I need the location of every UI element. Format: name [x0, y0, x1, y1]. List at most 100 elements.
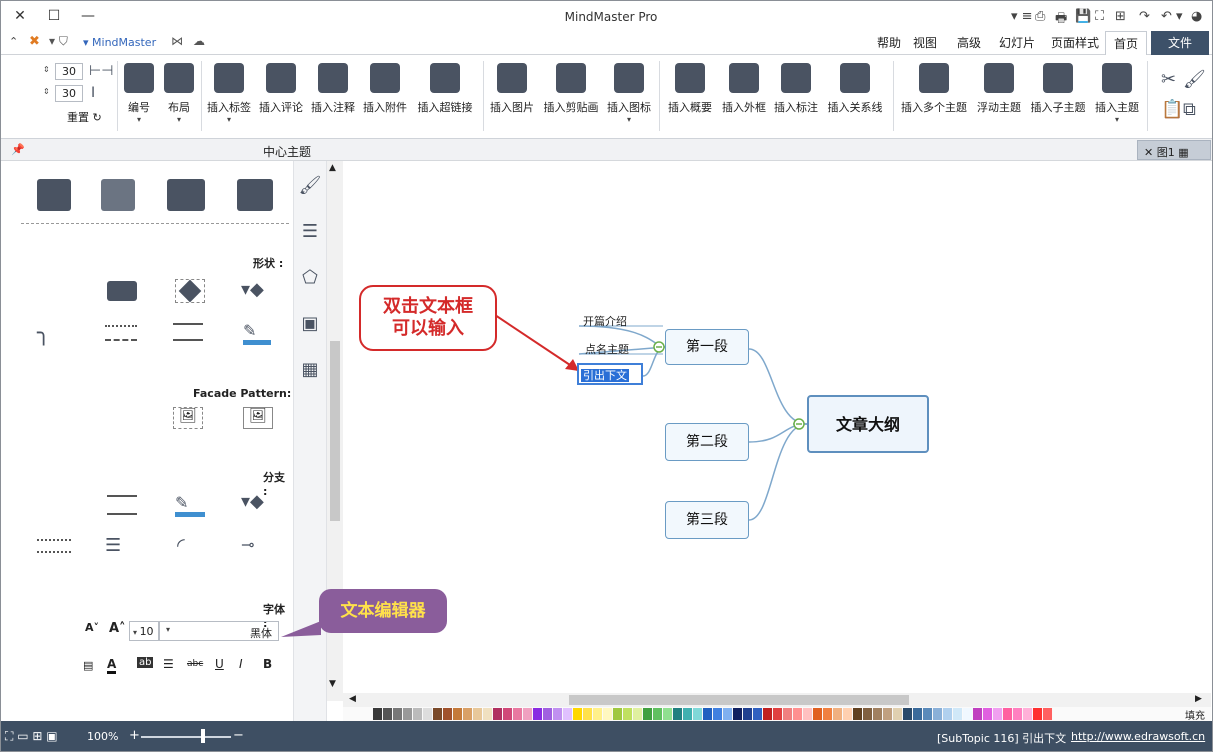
bullet-list-icon[interactable]: ☰ — [163, 657, 174, 671]
palette-swatch[interactable] — [873, 708, 882, 720]
palette-swatch[interactable] — [913, 708, 922, 720]
insert-boundary-button[interactable]: 插入外框 — [719, 63, 769, 127]
font-color-icon[interactable]: A — [107, 657, 117, 674]
redo-icon[interactable]: ↷ — [1139, 9, 1150, 24]
tab-help[interactable]: 帮助 — [869, 31, 909, 55]
insert-icon-button[interactable]: 插入图标 ▾ — [605, 63, 653, 127]
palette-swatch[interactable] — [793, 708, 802, 720]
palette-swatch[interactable] — [993, 708, 1002, 720]
palette-swatch[interactable] — [653, 708, 662, 720]
palette-swatch[interactable] — [613, 708, 622, 720]
palette-swatch[interactable] — [603, 708, 612, 720]
paste-icon[interactable]: 📋 — [1161, 99, 1183, 120]
palette-swatch[interactable] — [1043, 708, 1052, 720]
palette-swatch[interactable] — [393, 708, 402, 720]
subtopic-edit-text[interactable]: 引出下文 — [581, 369, 629, 382]
insert-summary-button[interactable]: 插入概要 — [665, 63, 715, 127]
palette-swatch[interactable] — [433, 708, 442, 720]
tab-page-style[interactable]: 页面样式 — [1043, 31, 1107, 55]
insert-image-button[interactable]: 插入图片 — [487, 63, 537, 127]
palette-swatch[interactable] — [563, 708, 572, 720]
palette-swatch[interactable] — [593, 708, 602, 720]
clipart-panel-icon[interactable]: ▣ — [298, 313, 322, 337]
shape-fill-icon[interactable]: ▾◆ — [241, 279, 264, 300]
subtopic-intro[interactable]: 开篇介绍 — [583, 313, 627, 329]
scroll-right-icon[interactable]: ▶ — [1195, 694, 1202, 704]
scroll-left-icon[interactable]: ◀ — [349, 694, 356, 704]
floating-topic-button[interactable]: 浮动主题 — [973, 63, 1025, 127]
pin-icon[interactable]: 📌 — [11, 143, 25, 156]
palette-swatch[interactable] — [413, 708, 422, 720]
reset-button[interactable]: 重置 ↻ — [67, 109, 102, 125]
palette-swatch[interactable] — [573, 708, 582, 720]
palette-swatch[interactable] — [383, 708, 392, 720]
text-align-icon[interactable]: ▤ — [83, 659, 93, 672]
insert-comment-button[interactable]: 插入评论 — [257, 63, 305, 127]
zoom-out-icon[interactable]: − — [233, 728, 244, 743]
palette-swatch[interactable] — [493, 708, 502, 720]
horizontal-scrollbar[interactable]: ◀ ▶ — [343, 693, 1211, 707]
palette-swatch[interactable] — [903, 708, 912, 720]
strikethrough-button[interactable]: abc — [187, 659, 203, 669]
scroll-up-icon[interactable]: ▲ — [329, 163, 336, 173]
topic-section-2[interactable]: 第二段 — [665, 423, 749, 461]
palette-swatch[interactable] — [863, 708, 872, 720]
theme-icon[interactable]: ✖ — [29, 34, 40, 49]
underline-button[interactable]: U — [215, 657, 224, 671]
branch-curve-icon[interactable]: ◜ — [177, 533, 185, 557]
highlight-button[interactable]: ab — [137, 657, 154, 668]
icons-panel-icon[interactable]: ⬠ — [298, 267, 322, 291]
palette-swatch[interactable] — [483, 708, 492, 720]
calendar-panel-icon[interactable]: ▦ — [298, 359, 322, 383]
shirt-icon[interactable]: ▾ ⛉ — [49, 34, 68, 49]
brand-label[interactable]: ▾ MindMaster — [83, 36, 156, 49]
document-tab[interactable]: ✕ 图1 ▦ — [1137, 140, 1211, 160]
palette-swatch[interactable] — [933, 708, 942, 720]
vertical-scroll-thumb[interactable] — [330, 341, 340, 521]
topic-section-1[interactable]: 第一段 — [665, 329, 749, 365]
insert-topic-button[interactable]: 插入主题 ▾ — [1091, 63, 1143, 127]
insert-attachment-button[interactable]: 插入附件 — [361, 63, 409, 127]
palette-swatch[interactable] — [1023, 708, 1032, 720]
insert-relation-button[interactable]: 插入关系线 — [825, 63, 885, 127]
insert-subtopic-button[interactable]: 插入子主题 — [1027, 63, 1089, 127]
zoom-slider[interactable] — [141, 736, 231, 738]
palette-swatch[interactable] — [703, 708, 712, 720]
shape-diamond-icon[interactable] — [175, 279, 205, 303]
facade-image-2-icon[interactable]: 🖼 — [243, 407, 273, 429]
mindmap-canvas[interactable]: 文章大纲 第一段 第二段 第三段 开篇介绍 点名主题 引出下文 双击文本框 可以… — [343, 161, 1211, 693]
central-topic[interactable]: 文章大纲 — [807, 395, 929, 453]
zoom-in-icon[interactable]: + — [129, 728, 140, 743]
customize-qat-icon[interactable]: ▾ ≡ — [1011, 9, 1033, 24]
insert-multi-topic-button[interactable]: 插入多个主题 — [897, 63, 971, 127]
palette-swatch[interactable] — [893, 708, 902, 720]
palette-swatch[interactable] — [833, 708, 842, 720]
palette-swatch[interactable] — [523, 708, 532, 720]
insert-callout-button[interactable]: 插入标注 — [771, 63, 821, 127]
font-grow-button[interactable]: A˄ — [109, 621, 126, 636]
palette-swatch[interactable] — [453, 708, 462, 720]
export-icon[interactable]: ⎙ — [1035, 9, 1045, 24]
line-style-icon[interactable] — [105, 325, 137, 341]
italic-button[interactable]: I — [239, 657, 243, 671]
insert-note-button[interactable]: 插入注释 — [309, 63, 357, 127]
undo-icon[interactable]: ↶ ▾ — [1161, 9, 1183, 24]
palette-swatch[interactable] — [733, 708, 742, 720]
palette-swatch[interactable] — [663, 708, 672, 720]
palette-swatch[interactable] — [673, 708, 682, 720]
line-color-icon[interactable]: ✎ — [243, 321, 271, 345]
palette-swatch[interactable] — [1013, 708, 1022, 720]
palette-swatch[interactable] — [763, 708, 772, 720]
palette-swatch[interactable] — [463, 708, 472, 720]
branch-dash-icon[interactable] — [37, 539, 71, 553]
color-palette[interactable]: 填充 — [343, 707, 1211, 722]
zoom-level[interactable]: 100% — [87, 730, 118, 743]
spacing-h-input[interactable]: 30 — [55, 63, 83, 80]
tab-advanced[interactable]: 高级 — [949, 31, 989, 55]
palette-swatch[interactable] — [983, 708, 992, 720]
website-link[interactable]: http://www.edrawsoft.cn — [1071, 730, 1205, 743]
horizontal-scroll-thumb[interactable] — [569, 695, 909, 705]
palette-swatch[interactable] — [443, 708, 452, 720]
insert-clipart-button[interactable]: 插入剪贴画 — [541, 63, 601, 127]
format-brush-icon[interactable]: 🖌 — [298, 175, 322, 199]
